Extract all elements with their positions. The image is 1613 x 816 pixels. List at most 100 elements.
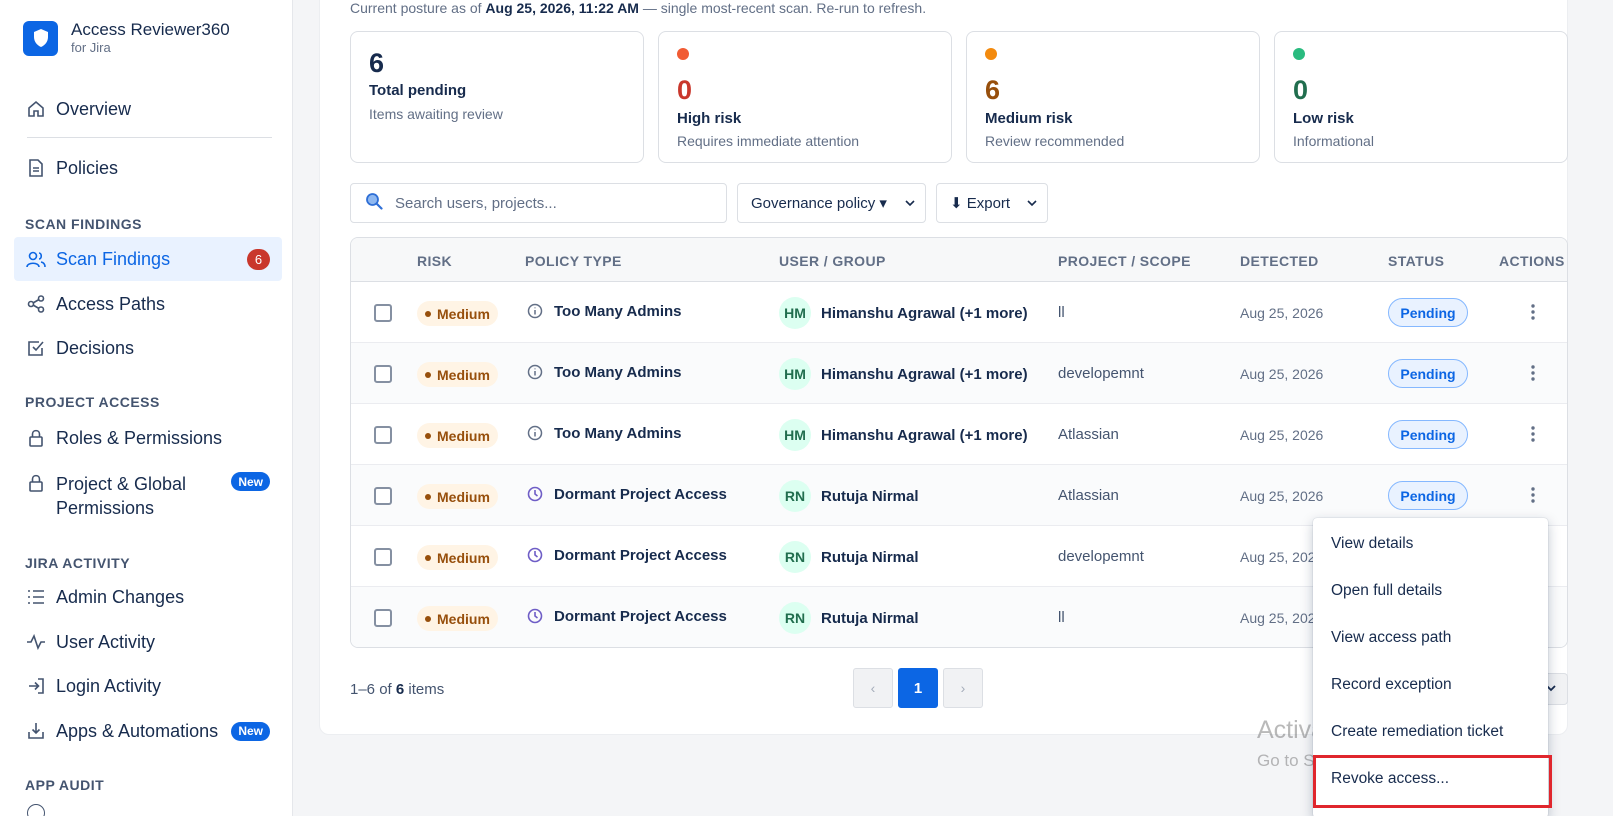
stat-card-high-risk[interactable]: 0 High risk Requires immediate attention	[658, 31, 952, 163]
risk-label: Medium	[437, 610, 490, 627]
sidebar-item-label: Project & Global Permissions	[56, 472, 186, 520]
user-name: Himanshu Agrawal (+1 more)	[821, 304, 1028, 322]
lock-icon	[26, 473, 46, 493]
menu-item-view-access-path[interactable]: View access path	[1331, 629, 1451, 647]
clock-icon	[526, 546, 544, 564]
brand[interactable]: Access Reviewer360 for Jira	[23, 20, 230, 56]
items-range: 1–6 of	[350, 681, 396, 698]
more-actions-icon[interactable]	[1521, 422, 1545, 446]
row-checkbox[interactable]	[374, 426, 392, 444]
row-checkbox[interactable]	[374, 609, 392, 627]
status-badge: Pending	[1388, 359, 1468, 388]
policy-type-label: Too Many Admins	[554, 302, 682, 320]
column-header-actions: ACTIONS	[1499, 253, 1565, 269]
column-header-risk[interactable]: RISK	[417, 253, 452, 269]
sidebar-item-overview[interactable]: Overview	[14, 88, 282, 130]
project-scope: developemnt	[1058, 365, 1144, 382]
avatar: HM	[779, 419, 811, 451]
row-checkbox[interactable]	[374, 548, 392, 566]
column-header-detected[interactable]: DETECTED	[1240, 253, 1319, 269]
sidebar-item-admin-changes[interactable]: Admin Changes	[14, 576, 282, 618]
highlight-box-revoke-access	[1313, 755, 1552, 808]
table-row[interactable]: Medium Too Many Admins HM Himanshu Agraw…	[351, 343, 1567, 404]
table-row[interactable]: Medium Dormant Project Access RN Rutuja …	[351, 465, 1567, 526]
menu-item-open-full-details[interactable]: Open full details	[1331, 582, 1442, 600]
risk-label: Medium	[437, 427, 490, 444]
column-header-policy-type[interactable]: POLICY TYPE	[525, 253, 622, 269]
sidebar-item-project-global-permissions[interactable]: Project & Global Permissions New	[14, 466, 282, 524]
sidebar-item-access-paths[interactable]: Access Paths	[14, 283, 282, 325]
sidebar-item-scan-findings[interactable]: Scan Findings 6	[14, 237, 282, 281]
document-icon	[26, 158, 46, 178]
sidebar-item-apps-automations[interactable]: Apps & Automations New	[14, 710, 282, 752]
stat-card-low-risk[interactable]: 0 Low risk Informational	[1274, 31, 1568, 163]
more-actions-icon[interactable]	[1521, 483, 1545, 507]
sidebar-item-label: User Activity	[56, 631, 156, 652]
detected-date: Aug 25, 2026	[1240, 366, 1324, 382]
more-actions-icon[interactable]	[1521, 361, 1545, 385]
row-checkbox[interactable]	[374, 487, 392, 505]
table-row[interactable]: Medium Too Many Admins HM Himanshu Agraw…	[351, 282, 1567, 343]
download-tray-icon	[26, 721, 46, 741]
column-header-project-scope[interactable]: PROJECT / SCOPE	[1058, 253, 1191, 269]
prev-page-button[interactable]: ‹	[853, 668, 893, 708]
risk-badge: Medium	[417, 606, 498, 631]
list-icon	[26, 587, 46, 607]
risk-badge: Medium	[417, 484, 498, 509]
sidebar-item-label-line1: Project & Global	[56, 474, 187, 494]
table-header: RISK POLICY TYPE USER / GROUP PROJECT / …	[351, 238, 1567, 282]
policy-type-label: Too Many Admins	[554, 424, 682, 442]
sidebar-item-label: Scan Findings	[56, 248, 171, 269]
sidebar-item-label: Decisions	[56, 337, 135, 358]
export-select[interactable]: ⬇ Export	[936, 183, 1048, 223]
menu-item-view-details[interactable]: View details	[1331, 535, 1413, 553]
detected-date: Aug 25, 2026	[1240, 488, 1324, 504]
row-checkbox[interactable]	[374, 365, 392, 383]
risk-dot-icon	[425, 493, 431, 500]
stat-card-medium-risk[interactable]: 6 Medium risk Review recommended	[966, 31, 1260, 163]
policy-type-cell: Dormant Project Access	[526, 485, 727, 503]
menu-item-record-exception[interactable]: Record exception	[1331, 676, 1452, 694]
search-box[interactable]	[350, 183, 727, 223]
menu-item-create-remediation-ticket[interactable]: Create remediation ticket	[1331, 723, 1503, 741]
governance-policy-select[interactable]: Governance policy ▾	[737, 183, 926, 223]
detected-date: Aug 25, 2026	[1240, 305, 1324, 321]
app-subtitle: for Jira	[71, 40, 111, 55]
column-header-user-group[interactable]: USER / GROUP	[779, 253, 886, 269]
sidebar-item-user-activity[interactable]: User Activity	[14, 621, 282, 663]
search-input[interactable]	[395, 194, 695, 212]
sidebar-item-roles-permissions[interactable]: Roles & Permissions	[14, 417, 282, 459]
sidebar-divider	[27, 137, 272, 138]
governance-policy-label: Governance policy ▾	[751, 195, 887, 212]
project-scope: ll	[1058, 609, 1065, 626]
stat-label: Total pending	[369, 82, 467, 99]
info-icon	[526, 363, 544, 381]
risk-label: Medium	[437, 305, 490, 322]
stat-description: Items awaiting review	[369, 106, 503, 122]
page-1-button[interactable]: 1	[898, 668, 938, 708]
app-title: Access Reviewer360	[71, 20, 230, 39]
sidebar-item-label: Login Activity	[56, 675, 162, 696]
activity-pulse-icon	[26, 632, 46, 652]
risk-badge: Medium	[417, 423, 498, 448]
policy-type-label: Dormant Project Access	[554, 607, 727, 625]
stat-label: High risk	[677, 110, 742, 127]
user-name: Rutuja Nirmal	[821, 487, 919, 505]
user-cell: HM Himanshu Agrawal (+1 more)	[779, 419, 1028, 451]
policy-type-label: Too Many Admins	[554, 363, 682, 381]
sidebar-item-login-activity[interactable]: Login Activity	[14, 665, 282, 707]
table-row[interactable]: Medium Too Many Admins HM Himanshu Agraw…	[351, 404, 1567, 465]
more-actions-icon[interactable]	[1521, 300, 1545, 324]
risk-dot-icon	[425, 310, 431, 317]
risk-badge: Medium	[417, 362, 498, 387]
status-badge: Pending	[1388, 420, 1468, 449]
sidebar-item-decisions[interactable]: Decisions	[14, 327, 282, 369]
row-checkbox[interactable]	[374, 304, 392, 322]
next-page-button[interactable]: ›	[943, 668, 983, 708]
column-header-status[interactable]: STATUS	[1388, 253, 1444, 269]
stat-label: Low risk	[1293, 110, 1354, 127]
project-scope: Atlassian	[1058, 426, 1119, 443]
clock-icon	[526, 485, 544, 503]
sidebar-item-policies[interactable]: Policies	[14, 147, 282, 189]
stat-card-total-pending[interactable]: 6 Total pending Items awaiting review	[350, 31, 644, 163]
